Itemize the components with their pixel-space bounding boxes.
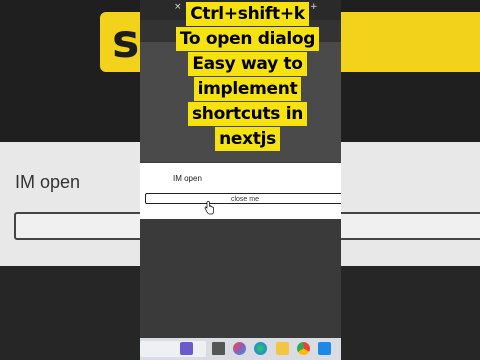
close-dialog-button[interactable]: close me <box>145 193 341 204</box>
caption-line: Ctrl+shift+k <box>186 2 309 26</box>
taskbar <box>140 338 341 360</box>
file-explorer-icon[interactable] <box>276 342 289 355</box>
edge-icon[interactable] <box>233 342 246 355</box>
edge-browser-icon[interactable] <box>254 342 267 355</box>
background-dialog-text: IM open <box>15 172 81 192</box>
caption-overlay: Ctrl+shift+k To open dialog Easy way to … <box>160 2 335 152</box>
caption-line: To open dialog <box>175 27 320 51</box>
chrome-icon[interactable] <box>297 342 310 355</box>
caption-line: implement <box>193 77 302 101</box>
task-view-icon[interactable] <box>180 342 193 355</box>
caption-line: Easy way to <box>188 52 307 76</box>
page-content-bottom <box>140 219 341 340</box>
copilot-icon[interactable] <box>212 342 225 355</box>
dialog: IM open close me <box>140 163 341 219</box>
hand-cursor-icon <box>204 201 214 215</box>
caption-line: shortcuts in <box>187 102 308 126</box>
dialog-message: IM open <box>173 174 202 183</box>
taskbar-search[interactable] <box>140 341 206 357</box>
caption-line: nextjs <box>215 127 280 151</box>
vscode-icon[interactable] <box>318 342 331 355</box>
